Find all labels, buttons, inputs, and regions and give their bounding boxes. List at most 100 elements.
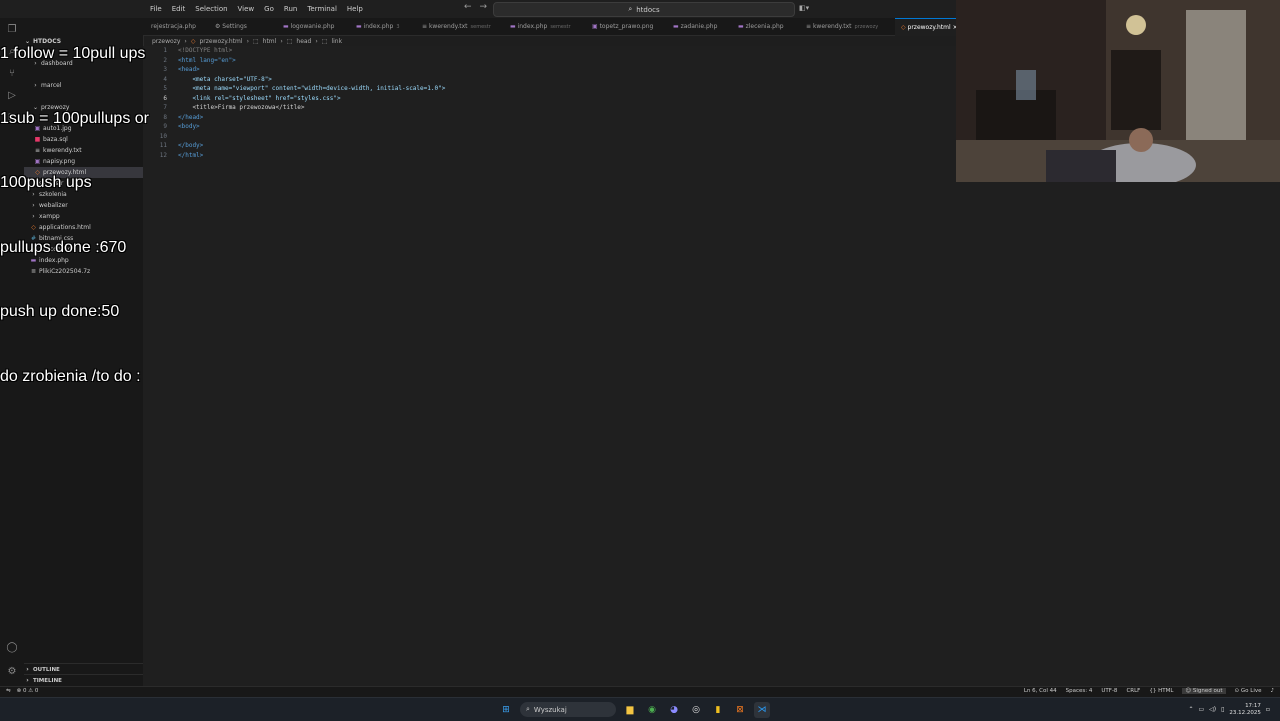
cursor-position[interactable]: Ln 6, Col 44 [1024,688,1057,694]
timeline-panel-header[interactable]: › TIMELINE [24,674,143,686]
chevron-right-icon: › [26,677,29,684]
chrome-icon[interactable]: ◉ [644,702,660,718]
tab-logowanie[interactable]: ▬ logowanie.php [283,18,334,35]
overlay-line: pullups done :670 [0,238,127,256]
image-file-icon: ▣ [592,23,600,30]
forward-arrow-icon[interactable]: → [480,2,488,12]
code-line: <meta name="viewport" content="width=dev… [178,85,446,92]
chevron-right-icon: › [184,37,187,45]
vscode-icon[interactable]: ⋊ [754,701,770,718]
tab-description: 3 [396,24,400,30]
system-tray: ⌃ ▭ ◁) ▯ 17:17 23.12.2025 ▫ [1188,701,1270,718]
tab-zadanie[interactable]: ▬ zadanie.php [673,18,717,35]
tab-index-php-semestr[interactable]: ▬ index.php semestr [510,18,571,35]
taskbar-search[interactable]: ⌕ Wyszukaj [520,702,616,717]
overlay-line: push up done:50 [0,303,120,320]
taskbar-apps: ⊞ ⌕ Wyszukaj ▆ ◉ ◕ ◎ ▮ ⊠ ⋊ [498,701,770,718]
tab-index-php[interactable]: ▬ index.php 3 [356,18,400,35]
indentation[interactable]: Spaces: 4 [1066,688,1093,694]
menu-selection[interactable]: Selection [195,5,227,13]
tab-label: index.php [363,23,394,30]
volume-icon[interactable]: ◁) [1209,706,1216,713]
menu-help[interactable]: Help [347,5,363,13]
tab-description: semestr [550,24,571,30]
code-line: <title>Firma przewozowa</title> [178,104,305,111]
bell-icon[interactable]: ♪ [1270,688,1274,694]
tab-topetz-prawo[interactable]: ▣ topetz_prawo.png [592,18,653,35]
opera-icon[interactable]: ◎ [688,702,704,718]
menu-run[interactable]: Run [284,5,297,13]
php-file-icon: ▬ [510,23,518,30]
breadcrumb-html[interactable]: html [263,38,277,45]
clock[interactable]: 17:17 23.12.2025 [1229,703,1261,717]
go-live-label: Go Live [1240,688,1262,694]
tab-zlecenia[interactable]: ▬ zlecenia.php [738,18,784,35]
go-live-button[interactable]: ⊙ Go Live [1235,688,1262,694]
back-arrow-icon[interactable]: ← [464,2,472,12]
remote-icon[interactable]: ⇋ [6,688,11,694]
overlay-line: 1 follow = 10pull ups [0,45,146,62]
xampp-icon[interactable]: ⊠ [732,702,748,718]
encoding[interactable]: UTF-8 [1101,688,1117,694]
search-label: htdocs [636,5,660,14]
notification-icon[interactable]: ▫ [1266,706,1270,713]
php-file-icon: ▬ [283,23,291,30]
code-line: </body> [178,142,204,149]
problems-indicator[interactable]: ⊗ 0 ⚠ 0 [17,688,39,694]
menu-file[interactable]: File [150,5,162,13]
code-line: <head> [178,66,200,73]
editor-tabs: rejestracja.php ⚙ Settings ▬ logowanie.p… [143,18,964,36]
tray-chevron-icon[interactable]: ⌃ [1188,706,1193,713]
language-mode[interactable]: {} HTML [1149,688,1173,694]
tab-rejestracja[interactable]: rejestracja.php [151,18,196,35]
tab-label: przewozy.html [907,24,951,31]
battery-icon[interactable]: ▯ [1221,706,1224,713]
tab-label: topetz_prawo.png [599,23,654,30]
tab-description: przewozy [854,24,879,30]
overlay-line: do zrobienia /to do : [0,367,141,385]
search-icon: ⌕ [628,5,633,13]
code-line: </head> [178,113,204,121]
code-line: </html> [178,151,204,159]
chevron-right-icon: › [280,37,283,45]
code-line: <body> [178,123,200,130]
tab-label: zlecenia.php [745,23,784,30]
menu-view[interactable]: View [238,5,255,13]
tab-description: semestr [470,24,491,30]
windows-taskbar: ⊞ ⌕ Wyszukaj ▆ ◉ ◕ ◎ ▮ ⊠ ⋊ ⌃ ▭ ◁) ▯ 17:17… [0,697,1280,721]
php-file-icon: ▬ [738,23,746,30]
breadcrumb-folder[interactable]: przewozy [152,38,180,45]
account-icon[interactable]: ◯ [6,642,18,654]
menu-edit[interactable]: Edit [172,5,186,13]
clock-date: 23.12.2025 [1229,709,1261,716]
breadcrumb-file[interactable]: przewozy.html [199,38,242,45]
file-explorer-icon[interactable]: ▆ [622,702,638,718]
notes-icon[interactable]: ▮ [710,702,726,718]
breadcrumb-link[interactable]: link [331,38,342,45]
taskbar-search-label: Wyszukaj [533,705,567,714]
gear-icon[interactable]: ⚙ [6,666,18,678]
copilot-icon[interactable]: ◧▾ [799,4,809,12]
menu-bar: File Edit Selection View Go Run Terminal… [150,0,363,18]
breadcrumb-head[interactable]: head [296,38,311,45]
menu-go[interactable]: Go [264,5,274,13]
element-icon: ⬚ [252,37,259,45]
line-ending[interactable]: CRLF [1126,688,1140,694]
stream-text-overlay: 1 follow = 10pull ups 1sub = 100pullups … [0,0,149,409]
network-icon[interactable]: ▭ [1198,706,1204,713]
tab-przewozy-html[interactable]: ◇ przewozy.html × [895,18,964,36]
tab-kwerendy-semestr[interactable]: ≡ kwerendy.txt semestr [422,18,491,35]
tab-label: logowanie.php [290,23,335,30]
tab-label: index.php [517,23,548,30]
command-center-search[interactable]: ⌕ htdocs [493,2,795,17]
menu-terminal[interactable]: Terminal [307,5,337,13]
tab-settings[interactable]: ⚙ Settings [215,18,247,35]
text-file-icon: ≡ [806,23,813,30]
account-status[interactable]: ☺ Signed out [1182,688,1226,694]
tab-label: Settings [222,23,247,30]
discord-icon[interactable]: ◕ [666,702,682,718]
windows-start-icon[interactable]: ⊞ [498,702,514,718]
search-icon: ⌕ [526,705,530,713]
tab-kwerendy-przewozy[interactable]: ≡ kwerendy.txt przewozy [806,18,878,35]
code-line: <html lang="en"> [178,56,236,64]
